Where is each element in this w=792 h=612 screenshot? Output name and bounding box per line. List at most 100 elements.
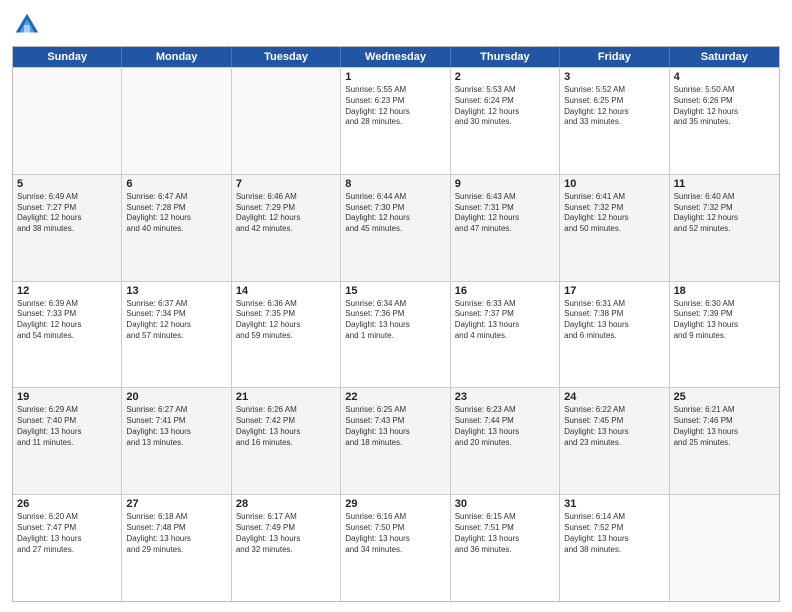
day-number: 30 [455,498,555,510]
day-number: 20 [126,391,226,403]
page: SundayMondayTuesdayWednesdayThursdayFrid… [0,0,792,612]
day-cell-28: 28 Sunrise: 6:17 AM Sunset: 7:49 PM Dayli… [232,495,341,601]
empty-cell [13,68,122,174]
day-header-saturday: Saturday [670,47,779,67]
day-number: 19 [17,391,117,403]
day-info: Sunrise: 6:16 AM Sunset: 7:50 PM Dayligh… [345,512,445,555]
day-info: Sunrise: 6:20 AM Sunset: 7:47 PM Dayligh… [17,512,117,555]
day-number: 21 [236,391,336,403]
logo-icon [12,10,42,40]
day-info: Sunrise: 5:50 AM Sunset: 6:26 PM Dayligh… [674,85,775,128]
week-row-5: 26 Sunrise: 6:20 AM Sunset: 7:47 PM Dayli… [13,494,779,601]
week-row-1: 1 Sunrise: 5:55 AM Sunset: 6:23 PM Daylig… [13,67,779,174]
day-number: 29 [345,498,445,510]
day-number: 28 [236,498,336,510]
empty-cell [670,495,779,601]
day-number: 3 [564,71,664,83]
day-info: Sunrise: 6:47 AM Sunset: 7:28 PM Dayligh… [126,192,226,235]
day-cell-12: 12Sunrise: 6:39 AM Sunset: 7:33 PM Dayli… [13,282,122,388]
day-info: Sunrise: 6:43 AM Sunset: 7:31 PM Dayligh… [455,192,555,235]
day-cell-13: 13Sunrise: 6:37 AM Sunset: 7:34 PM Dayli… [122,282,231,388]
day-info: Sunrise: 6:22 AM Sunset: 7:45 PM Dayligh… [564,405,664,448]
day-cell-21: 21Sunrise: 6:26 AM Sunset: 7:42 PM Dayli… [232,388,341,494]
day-info: Sunrise: 5:55 AM Sunset: 6:23 PM Dayligh… [345,85,445,128]
day-cell-5: 5Sunrise: 6:49 AM Sunset: 7:27 PM Daylig… [13,175,122,281]
day-info: Sunrise: 6:18 AM Sunset: 7:48 PM Dayligh… [126,512,226,555]
day-number: 9 [455,178,555,190]
calendar-header: SundayMondayTuesdayWednesdayThursdayFrid… [13,47,779,67]
day-number: 15 [345,285,445,297]
logo [12,10,46,40]
day-number: 7 [236,178,336,190]
day-info: Sunrise: 6:41 AM Sunset: 7:32 PM Dayligh… [564,192,664,235]
day-cell-27: 27Sunrise: 6:18 AM Sunset: 7:48 PM Dayli… [122,495,231,601]
day-cell-9: 9 Sunrise: 6:43 AM Sunset: 7:31 PM Daylig… [451,175,560,281]
day-cell-19: 19 Sunrise: 6:29 AM Sunset: 7:40 PM Dayli… [13,388,122,494]
day-number: 6 [126,178,226,190]
day-info: Sunrise: 6:34 AM Sunset: 7:36 PM Dayligh… [345,299,445,342]
day-cell-10: 10 Sunrise: 6:41 AM Sunset: 7:32 PM Dayli… [560,175,669,281]
day-info: Sunrise: 6:21 AM Sunset: 7:46 PM Dayligh… [674,405,775,448]
calendar: SundayMondayTuesdayWednesdayThursdayFrid… [12,46,780,602]
day-cell-22: 22 Sunrise: 6:25 AM Sunset: 7:43 PM Dayli… [341,388,450,494]
day-info: Sunrise: 6:31 AM Sunset: 7:38 PM Dayligh… [564,299,664,342]
day-info: Sunrise: 6:25 AM Sunset: 7:43 PM Dayligh… [345,405,445,448]
day-info: Sunrise: 6:15 AM Sunset: 7:51 PM Dayligh… [455,512,555,555]
day-number: 18 [674,285,775,297]
day-header-wednesday: Wednesday [341,47,450,67]
day-cell-2: 2 Sunrise: 5:53 AM Sunset: 6:24 PM Daylig… [451,68,560,174]
day-number: 23 [455,391,555,403]
day-info: Sunrise: 6:30 AM Sunset: 7:39 PM Dayligh… [674,299,775,342]
day-cell-8: 8Sunrise: 6:44 AM Sunset: 7:30 PM Daylig… [341,175,450,281]
day-header-monday: Monday [122,47,231,67]
day-number: 2 [455,71,555,83]
day-cell-26: 26 Sunrise: 6:20 AM Sunset: 7:47 PM Dayli… [13,495,122,601]
day-cell-14: 14 Sunrise: 6:36 AM Sunset: 7:35 PM Dayli… [232,282,341,388]
day-cell-18: 18 Sunrise: 6:30 AM Sunset: 7:39 PM Dayli… [670,282,779,388]
day-info: Sunrise: 6:29 AM Sunset: 7:40 PM Dayligh… [17,405,117,448]
day-info: Sunrise: 6:23 AM Sunset: 7:44 PM Dayligh… [455,405,555,448]
calendar-body: 1 Sunrise: 5:55 AM Sunset: 6:23 PM Daylig… [13,67,779,601]
day-cell-1: 1 Sunrise: 5:55 AM Sunset: 6:23 PM Daylig… [341,68,450,174]
day-info: Sunrise: 6:27 AM Sunset: 7:41 PM Dayligh… [126,405,226,448]
day-info: Sunrise: 6:33 AM Sunset: 7:37 PM Dayligh… [455,299,555,342]
day-info: Sunrise: 6:17 AM Sunset: 7:49 PM Dayligh… [236,512,336,555]
day-number: 11 [674,178,775,190]
day-info: Sunrise: 5:53 AM Sunset: 6:24 PM Dayligh… [455,85,555,128]
empty-cell [122,68,231,174]
day-number: 1 [345,71,445,83]
week-row-3: 12Sunrise: 6:39 AM Sunset: 7:33 PM Dayli… [13,281,779,388]
day-number: 24 [564,391,664,403]
day-cell-20: 20 Sunrise: 6:27 AM Sunset: 7:41 PM Dayli… [122,388,231,494]
day-info: Sunrise: 6:44 AM Sunset: 7:30 PM Dayligh… [345,192,445,235]
day-cell-30: 30 Sunrise: 6:15 AM Sunset: 7:51 PM Dayli… [451,495,560,601]
day-cell-29: 29 Sunrise: 6:16 AM Sunset: 7:50 PM Dayli… [341,495,450,601]
week-row-4: 19 Sunrise: 6:29 AM Sunset: 7:40 PM Dayli… [13,387,779,494]
day-header-tuesday: Tuesday [232,47,341,67]
day-header-friday: Friday [560,47,669,67]
day-cell-4: 4 Sunrise: 5:50 AM Sunset: 6:26 PM Daylig… [670,68,779,174]
day-number: 31 [564,498,664,510]
day-cell-31: 31 Sunrise: 6:14 AM Sunset: 7:52 PM Dayli… [560,495,669,601]
day-info: Sunrise: 6:49 AM Sunset: 7:27 PM Dayligh… [17,192,117,235]
day-cell-3: 3 Sunrise: 5:52 AM Sunset: 6:25 PM Daylig… [560,68,669,174]
day-number: 10 [564,178,664,190]
day-number: 22 [345,391,445,403]
day-info: Sunrise: 6:36 AM Sunset: 7:35 PM Dayligh… [236,299,336,342]
day-number: 13 [126,285,226,297]
day-cell-24: 24 Sunrise: 6:22 AM Sunset: 7:45 PM Dayli… [560,388,669,494]
day-number: 14 [236,285,336,297]
day-cell-23: 23 Sunrise: 6:23 AM Sunset: 7:44 PM Dayli… [451,388,560,494]
day-cell-7: 7Sunrise: 6:46 AM Sunset: 7:29 PM Daylig… [232,175,341,281]
day-info: Sunrise: 6:14 AM Sunset: 7:52 PM Dayligh… [564,512,664,555]
header [12,10,780,40]
day-cell-11: 11Sunrise: 6:40 AM Sunset: 7:32 PM Dayli… [670,175,779,281]
day-number: 4 [674,71,775,83]
day-number: 25 [674,391,775,403]
day-cell-17: 17Sunrise: 6:31 AM Sunset: 7:38 PM Dayli… [560,282,669,388]
empty-cell [232,68,341,174]
day-number: 26 [17,498,117,510]
day-cell-6: 6 Sunrise: 6:47 AM Sunset: 7:28 PM Daylig… [122,175,231,281]
week-row-2: 5Sunrise: 6:49 AM Sunset: 7:27 PM Daylig… [13,174,779,281]
day-info: Sunrise: 5:52 AM Sunset: 6:25 PM Dayligh… [564,85,664,128]
